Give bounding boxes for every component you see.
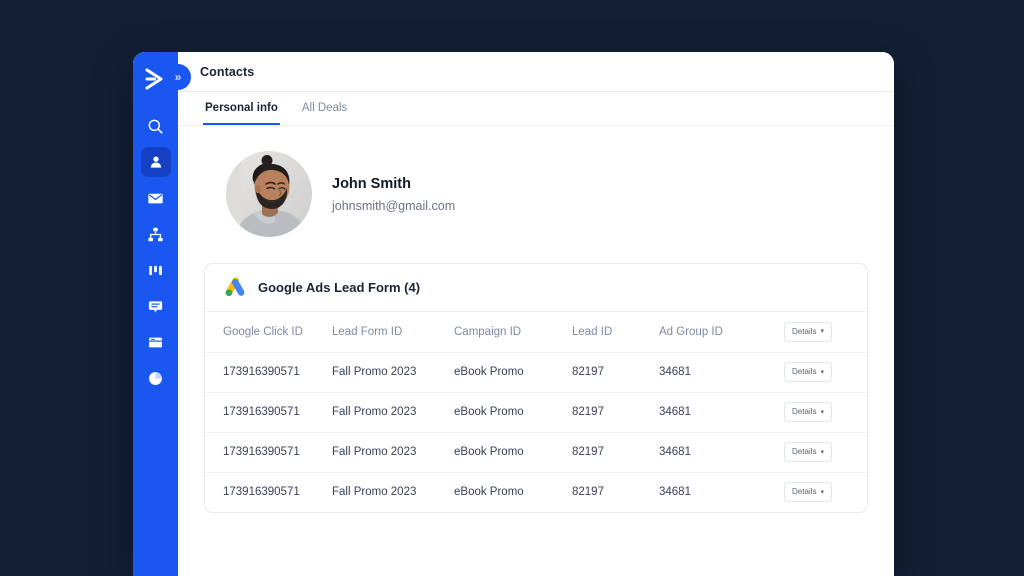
row-details-label: Details	[792, 448, 816, 456]
header-details-label: Details	[792, 328, 816, 336]
contact-name: John Smith	[332, 176, 455, 192]
column-header-lead-id[interactable]: Lead ID	[572, 312, 659, 352]
contact-profile-header: John Smith johnsmith@gmail.com	[204, 126, 868, 263]
cell-ad-group-id: 34681	[659, 392, 784, 432]
chevron-down-icon: ▾	[820, 449, 824, 456]
cell-campaign-id: eBook Promo	[454, 352, 572, 392]
column-header-ad-group-id[interactable]: Ad Group ID	[659, 312, 784, 352]
avatar	[226, 151, 312, 237]
chevron-down-icon: ▾	[820, 328, 824, 335]
left-sidebar: »	[133, 52, 178, 576]
cell-lead-id: 82197	[572, 352, 659, 392]
sidebar-item-campaigns[interactable]	[141, 183, 171, 213]
cell-lead-id: 82197	[572, 472, 659, 512]
row-details-button[interactable]: Details ▾	[784, 362, 832, 382]
table-row[interactable]: 173916390571 Fall Promo 2023 eBook Promo…	[205, 432, 868, 472]
main-area: Contacts Personal info All Deals	[178, 52, 894, 576]
sidebar-expand-button[interactable]: »	[165, 64, 191, 90]
sidebar-item-search[interactable]	[141, 111, 171, 141]
sidebar-item-pages[interactable]	[141, 327, 171, 357]
pie-chart-icon	[147, 370, 164, 387]
cell-google-click-id: 173916390571	[205, 472, 332, 512]
cell-actions: Details ▾	[784, 352, 868, 392]
sidebar-item-automations[interactable]	[141, 219, 171, 249]
table-header-row: Google Click ID Lead Form ID Campaign ID…	[205, 312, 868, 352]
screen-background: »	[0, 0, 1024, 576]
column-header-campaign-id[interactable]: Campaign ID	[454, 312, 572, 352]
column-header-lead-form-id[interactable]: Lead Form ID	[332, 312, 454, 352]
cell-lead-id: 82197	[572, 432, 659, 472]
profile-text-block: John Smith johnsmith@gmail.com	[332, 176, 455, 213]
table-row[interactable]: 173916390571 Fall Promo 2023 eBook Promo…	[205, 352, 868, 392]
table-row[interactable]: 173916390571 Fall Promo 2023 eBook Promo…	[205, 472, 868, 512]
app-window: »	[133, 52, 894, 576]
chat-bubble-icon	[147, 298, 164, 315]
sidebar-item-reports[interactable]	[141, 363, 171, 393]
cell-campaign-id: eBook Promo	[454, 432, 572, 472]
row-details-button[interactable]: Details ▾	[784, 482, 832, 502]
row-details-label: Details	[792, 488, 816, 496]
sidebar-nav	[133, 111, 178, 393]
chevron-down-icon: ▾	[820, 489, 824, 496]
sidebar-item-contacts[interactable]	[141, 147, 171, 177]
tab-bar: Personal info All Deals	[178, 92, 894, 126]
cell-google-click-id: 173916390571	[205, 432, 332, 472]
cell-lead-form-id: Fall Promo 2023	[332, 392, 454, 432]
header-details-button[interactable]: Details ▾	[784, 322, 832, 342]
cell-actions: Details ▾	[784, 432, 868, 472]
tab-all-deals[interactable]: All Deals	[300, 92, 349, 125]
cell-actions: Details ▾	[784, 472, 868, 512]
search-icon	[147, 118, 164, 135]
sidebar-item-conversations[interactable]	[141, 291, 171, 321]
cell-lead-form-id: Fall Promo 2023	[332, 432, 454, 472]
table-body: 173916390571 Fall Promo 2023 eBook Promo…	[205, 352, 868, 512]
browser-window-icon	[147, 334, 164, 351]
row-details-button[interactable]: Details ▾	[784, 442, 832, 462]
card-header: Google Ads Lead Form (4)	[205, 264, 867, 312]
top-bar: Contacts	[178, 52, 894, 92]
leads-table: Google Click ID Lead Form ID Campaign ID…	[205, 312, 868, 512]
kanban-columns-icon	[147, 262, 164, 279]
envelope-mail-icon	[147, 190, 164, 207]
cell-lead-form-id: Fall Promo 2023	[332, 352, 454, 392]
automation-hierarchy-icon	[147, 226, 164, 243]
chevron-down-icon: ▾	[820, 409, 824, 416]
cell-campaign-id: eBook Promo	[454, 472, 572, 512]
row-details-label: Details	[792, 368, 816, 376]
chevron-down-icon: ▾	[820, 369, 824, 376]
cell-ad-group-id: 34681	[659, 472, 784, 512]
contact-email: johnsmith@gmail.com	[332, 199, 455, 213]
cell-ad-group-id: 34681	[659, 352, 784, 392]
sidebar-item-deals[interactable]	[141, 255, 171, 285]
column-header-actions: Details ▾	[784, 312, 868, 352]
card-title: Google Ads Lead Form (4)	[258, 280, 420, 295]
table-header: Google Click ID Lead Form ID Campaign ID…	[205, 312, 868, 352]
cell-lead-form-id: Fall Promo 2023	[332, 472, 454, 512]
cell-google-click-id: 173916390571	[205, 392, 332, 432]
cell-ad-group-id: 34681	[659, 432, 784, 472]
column-header-google-click-id[interactable]: Google Click ID	[205, 312, 332, 352]
cell-actions: Details ▾	[784, 392, 868, 432]
google-ads-lead-form-card: Google Ads Lead Form (4) Google Click ID…	[204, 263, 868, 513]
tab-personal-info[interactable]: Personal info	[203, 92, 280, 125]
table-row[interactable]: 173916390571 Fall Promo 2023 eBook Promo…	[205, 392, 868, 432]
row-details-button[interactable]: Details ▾	[784, 402, 832, 422]
cell-campaign-id: eBook Promo	[454, 392, 572, 432]
cell-lead-id: 82197	[572, 392, 659, 432]
google-ads-logo	[223, 277, 247, 299]
cell-google-click-id: 173916390571	[205, 352, 332, 392]
row-details-label: Details	[792, 408, 816, 416]
content-scroll-area: John Smith johnsmith@gmail.com	[178, 126, 894, 576]
page-title: Contacts	[200, 65, 254, 79]
contact-person-icon	[148, 154, 164, 170]
